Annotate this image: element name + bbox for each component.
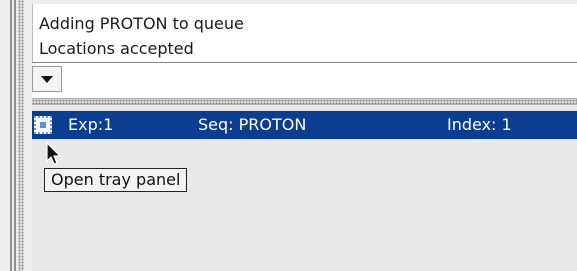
dropdown-button[interactable] xyxy=(32,66,62,92)
mouse-pointer-icon xyxy=(46,141,62,165)
log-line: Adding PROTON to queue xyxy=(39,14,244,33)
queue-list: Exp:1 Seq: PROTON Index: 1 Open tray pan… xyxy=(32,105,577,271)
left-frame-border xyxy=(14,0,16,271)
left-panel-frame xyxy=(0,0,24,271)
log-line: Locations accepted xyxy=(39,39,194,58)
horizontal-splitter[interactable] xyxy=(32,98,577,105)
tray-icon[interactable] xyxy=(34,116,52,134)
queue-panel: Adding PROTON to queue Locations accepte… xyxy=(24,0,577,271)
tray-icon-center xyxy=(40,122,46,128)
log-dropdown-row xyxy=(32,62,577,99)
chevron-down-icon xyxy=(41,76,53,83)
queue-row[interactable]: Exp:1 Seq: PROTON Index: 1 xyxy=(32,111,577,139)
message-log: Adding PROTON to queue Locations accepte… xyxy=(32,4,577,62)
experiment-number: Exp:1 xyxy=(68,115,114,134)
left-frame-border xyxy=(10,0,12,271)
tooltip: Open tray panel xyxy=(44,168,188,192)
index-value: Index: 1 xyxy=(447,115,512,134)
sequence-name: Seq: PROTON xyxy=(198,115,307,134)
